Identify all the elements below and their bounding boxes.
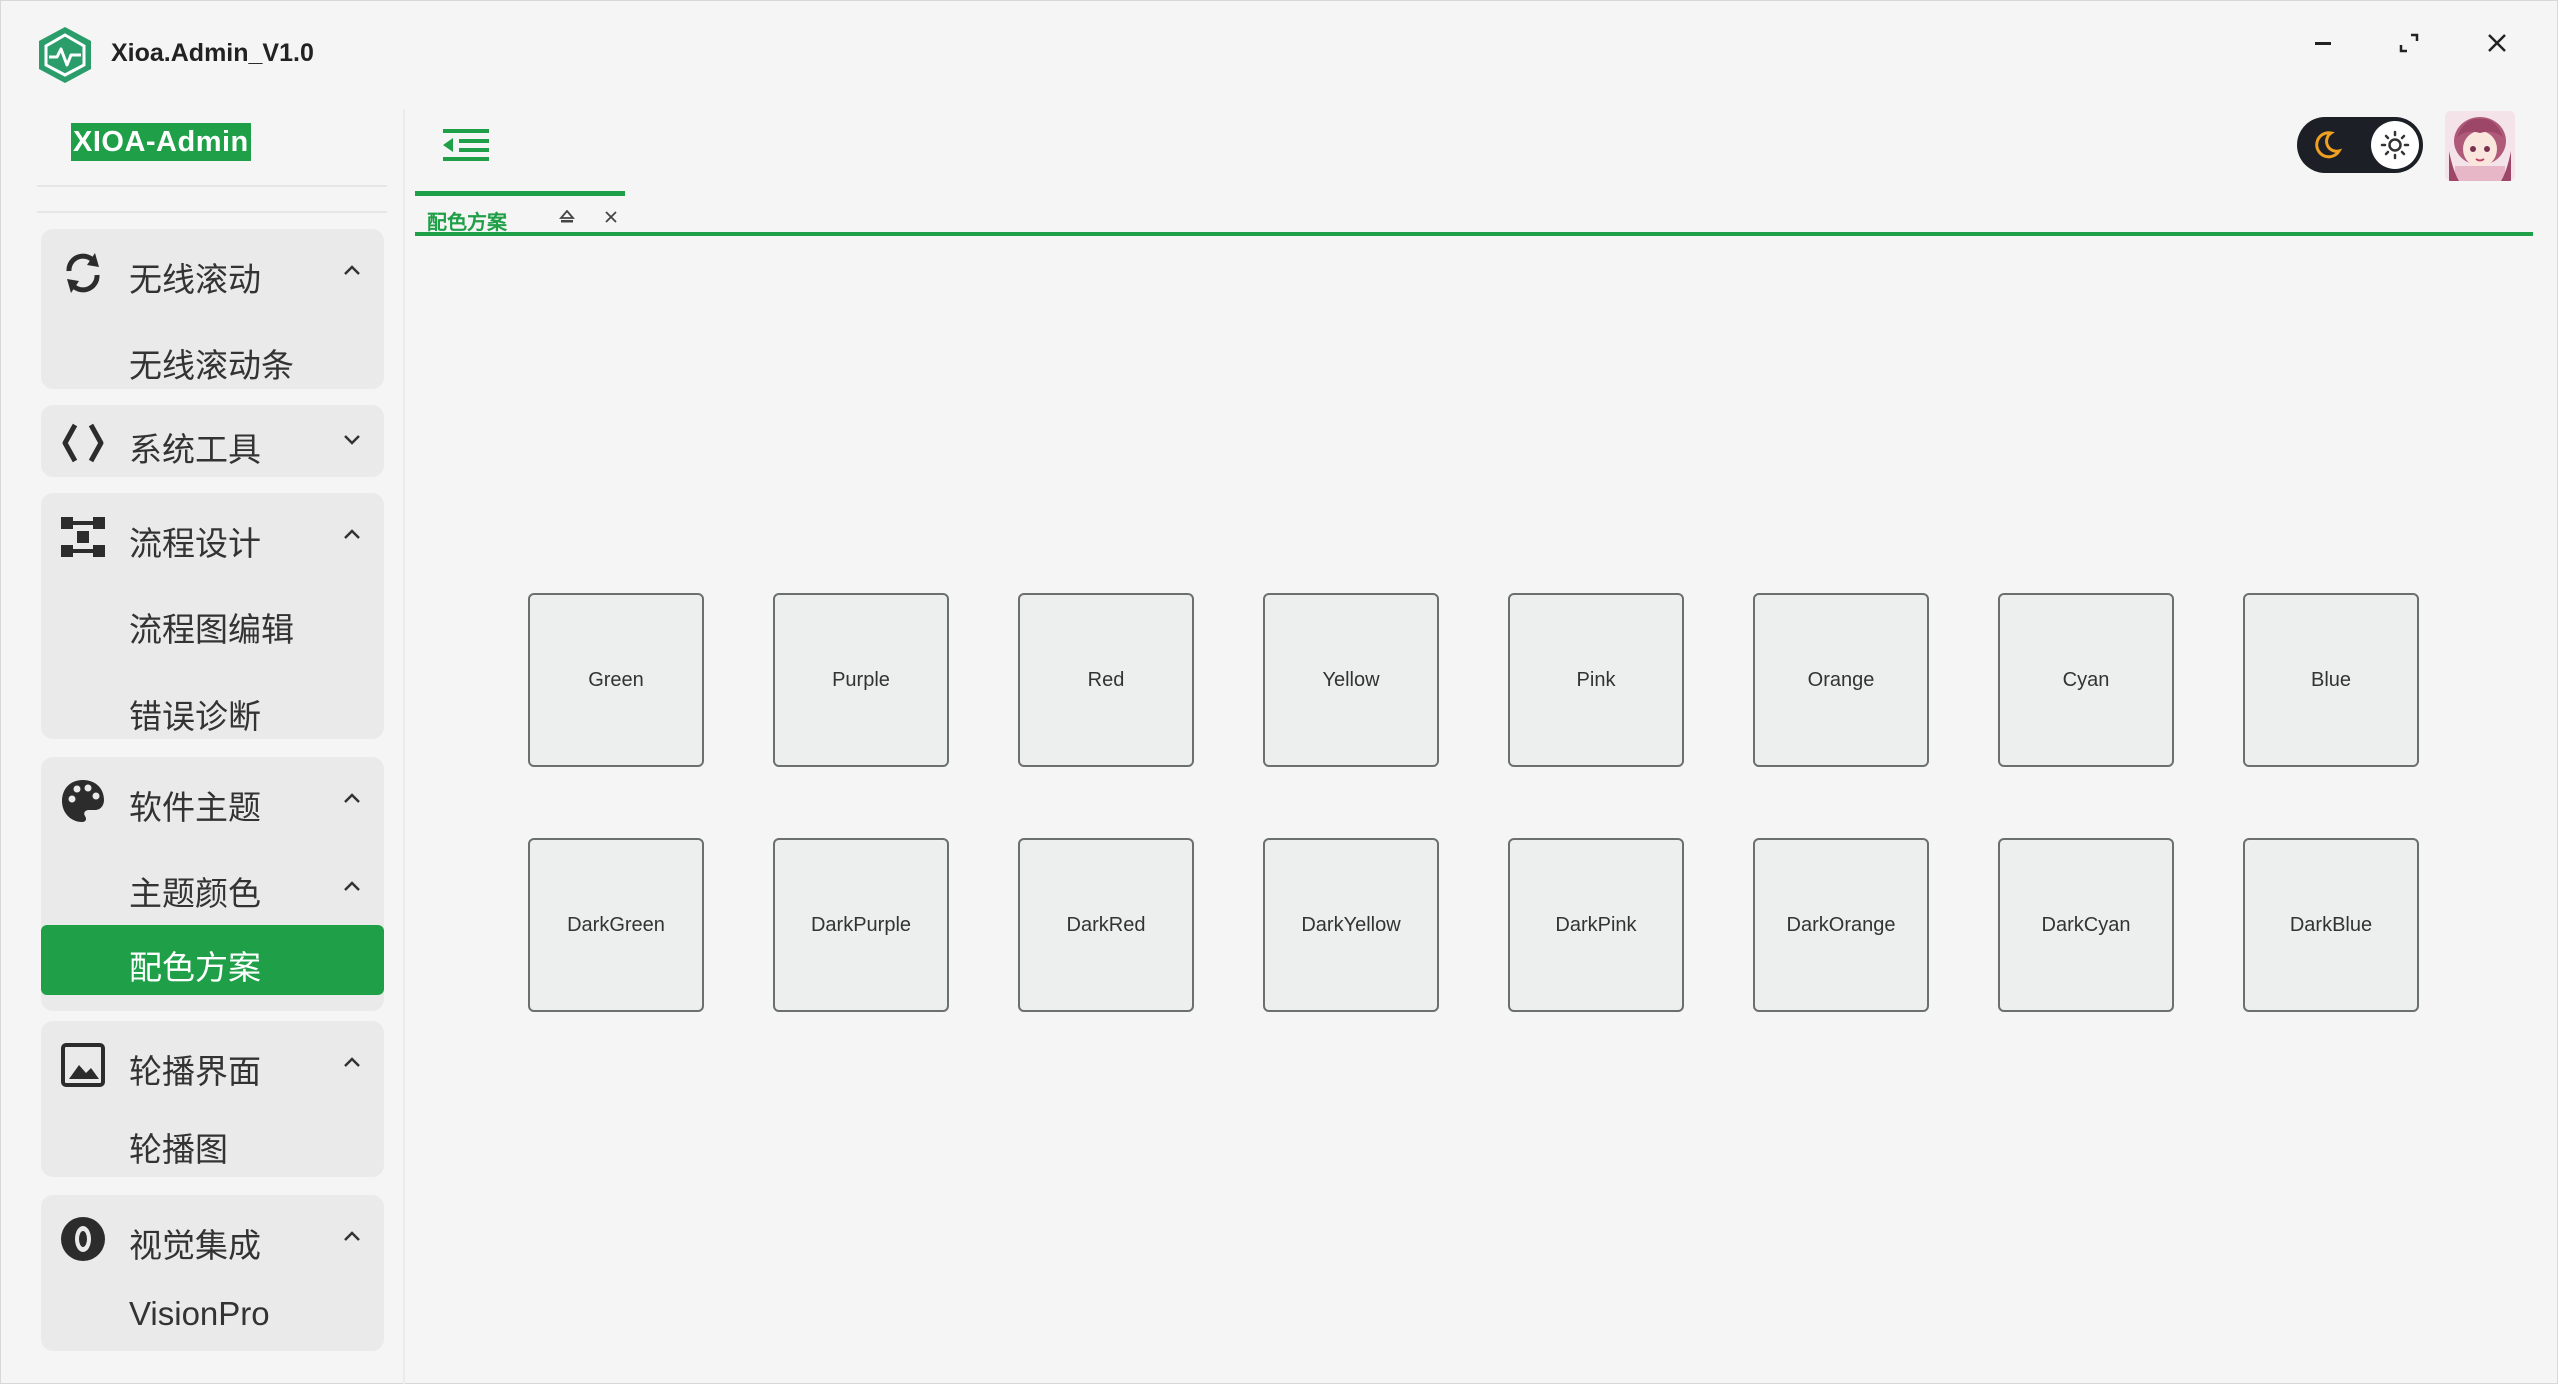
nav-group-header[interactable]: 系统工具 [41,405,384,477]
nav-group-label: 视觉集成 [129,1226,261,1265]
scheme-button-cyan[interactable]: Cyan [1998,593,2174,767]
nav-group-header[interactable]: 软件主题 [41,757,384,843]
nav-item-label: 错误诊断 [129,697,261,736]
app-title: Xioa.Admin_V1.0 [111,39,314,67]
nav-item-flowchart-editor[interactable]: 流程图编辑 [41,579,384,666]
flow-icon [61,517,105,557]
nav-item-label: 无线滚动条 [129,346,294,385]
scheme-button-green[interactable]: Green [528,593,704,767]
nav-group-label: 系统工具 [129,430,261,469]
nav-group-system-tools: 系统工具 [41,405,384,477]
sun-icon [2380,130,2410,160]
nav-item-visionpro[interactable]: VisionPro [41,1281,384,1351]
nav-group-label: 软件主题 [129,788,261,827]
nav-group-header[interactable]: 轮播界面 [41,1021,384,1107]
close-button[interactable] [2477,23,2517,63]
theme-toggle-knob [2371,121,2419,169]
nav-group-label: 无线滚动 [129,260,261,299]
expand-icon [2399,33,2419,53]
tab-strip-underline [415,232,2533,236]
sidebar-divider [37,211,387,213]
tab-color-scheme[interactable]: 配色方案 [415,191,625,234]
minimize-icon [2315,42,2331,45]
minimize-button[interactable] [2303,23,2343,63]
nav-group-header[interactable]: 视觉集成 [41,1195,384,1281]
brand-label: XIOA-Admin [71,123,251,161]
nav-item-error-diagnosis[interactable]: 错误诊断 [41,666,384,753]
image-icon [61,1043,105,1087]
scheme-button-darkyellow[interactable]: DarkYellow [1263,838,1439,1012]
refresh-icon [66,253,100,293]
scheme-button-darkpink[interactable]: DarkPink [1508,838,1684,1012]
nav-group-label: 轮播界面 [129,1052,261,1091]
nav-item-carousel-image[interactable]: 轮播图 [41,1107,384,1177]
theme-toggle[interactable] [2297,117,2423,173]
nav-group-flow-design: 流程设计 流程图编辑 错误诊断 [41,493,384,739]
nav-item-label: VisionPro [129,1295,270,1332]
app-logo-icon [39,27,91,83]
nav-item-label: 轮播图 [129,1130,228,1169]
chevron-up-icon[interactable] [342,527,362,541]
scheme-button-darkblue[interactable]: DarkBlue [2243,838,2419,1012]
chevron-up-icon[interactable] [342,879,362,893]
app-window: Xioa.Admin_V1.0 XIOA-Admin 无线滚动 无线滚动条 系统… [0,0,2558,1384]
nav-item-theme-color[interactable]: 主题颜色 [41,843,384,930]
avatar[interactable] [2445,111,2515,181]
chevron-down-icon[interactable] [342,433,362,447]
eye-icon [61,1217,105,1261]
chevron-up-icon[interactable] [342,791,362,805]
close-icon[interactable] [603,209,619,225]
title-bar: Xioa.Admin_V1.0 [1,1,2557,111]
scheme-button-darkred[interactable]: DarkRed [1018,838,1194,1012]
tab-label: 配色方案 [427,210,507,234]
chevron-up-icon[interactable] [342,263,362,277]
scheme-button-darkcyan[interactable]: DarkCyan [1998,838,2174,1012]
nav-item-label: 主题颜色 [129,874,261,913]
nav-item-color-scheme[interactable]: 配色方案 [41,925,384,995]
chevron-up-icon[interactable] [342,1229,362,1243]
scheme-button-darkorange[interactable]: DarkOrange [1753,838,1929,1012]
nav-group-header[interactable]: 无线滚动 [41,229,384,315]
maximize-button[interactable] [2389,23,2429,63]
nav-group-label: 流程设计 [129,524,261,563]
nav-item-infinite-scrollbar[interactable]: 无线滚动条 [41,315,384,402]
code-brackets-icon [62,423,104,463]
scheme-button-red[interactable]: Red [1018,593,1194,767]
scheme-button-pink[interactable]: Pink [1508,593,1684,767]
scheme-button-purple[interactable]: Purple [773,593,949,767]
nav-item-label: 流程图编辑 [129,610,294,649]
sidebar-divider [37,185,387,187]
pin-icon[interactable] [559,210,575,224]
moon-icon [2315,131,2343,159]
palette-icon [62,780,104,822]
nav-group-header[interactable]: 流程设计 [41,493,384,579]
scheme-button-yellow[interactable]: Yellow [1263,593,1439,767]
nav-group-carousel: 轮播界面 轮播图 [41,1021,384,1177]
scheme-button-blue[interactable]: Blue [2243,593,2419,767]
nav-group-infinite-scroll: 无线滚动 无线滚动条 [41,229,384,389]
sidebar-separator [403,109,405,1384]
scheme-button-darkgreen[interactable]: DarkGreen [528,838,704,1012]
nav-item-label: 配色方案 [129,948,261,987]
scheme-button-darkpurple[interactable]: DarkPurple [773,838,949,1012]
scheme-button-orange[interactable]: Orange [1753,593,1929,767]
chevron-up-icon[interactable] [342,1055,362,1069]
avatar-image [2445,111,2515,181]
nav-group-vision-integration: 视觉集成 VisionPro [41,1195,384,1351]
menu-collapse-icon[interactable] [441,127,491,163]
close-icon [2488,34,2506,52]
nav-group-software-theme: 软件主题 主题颜色 配色方案 [41,757,384,1011]
